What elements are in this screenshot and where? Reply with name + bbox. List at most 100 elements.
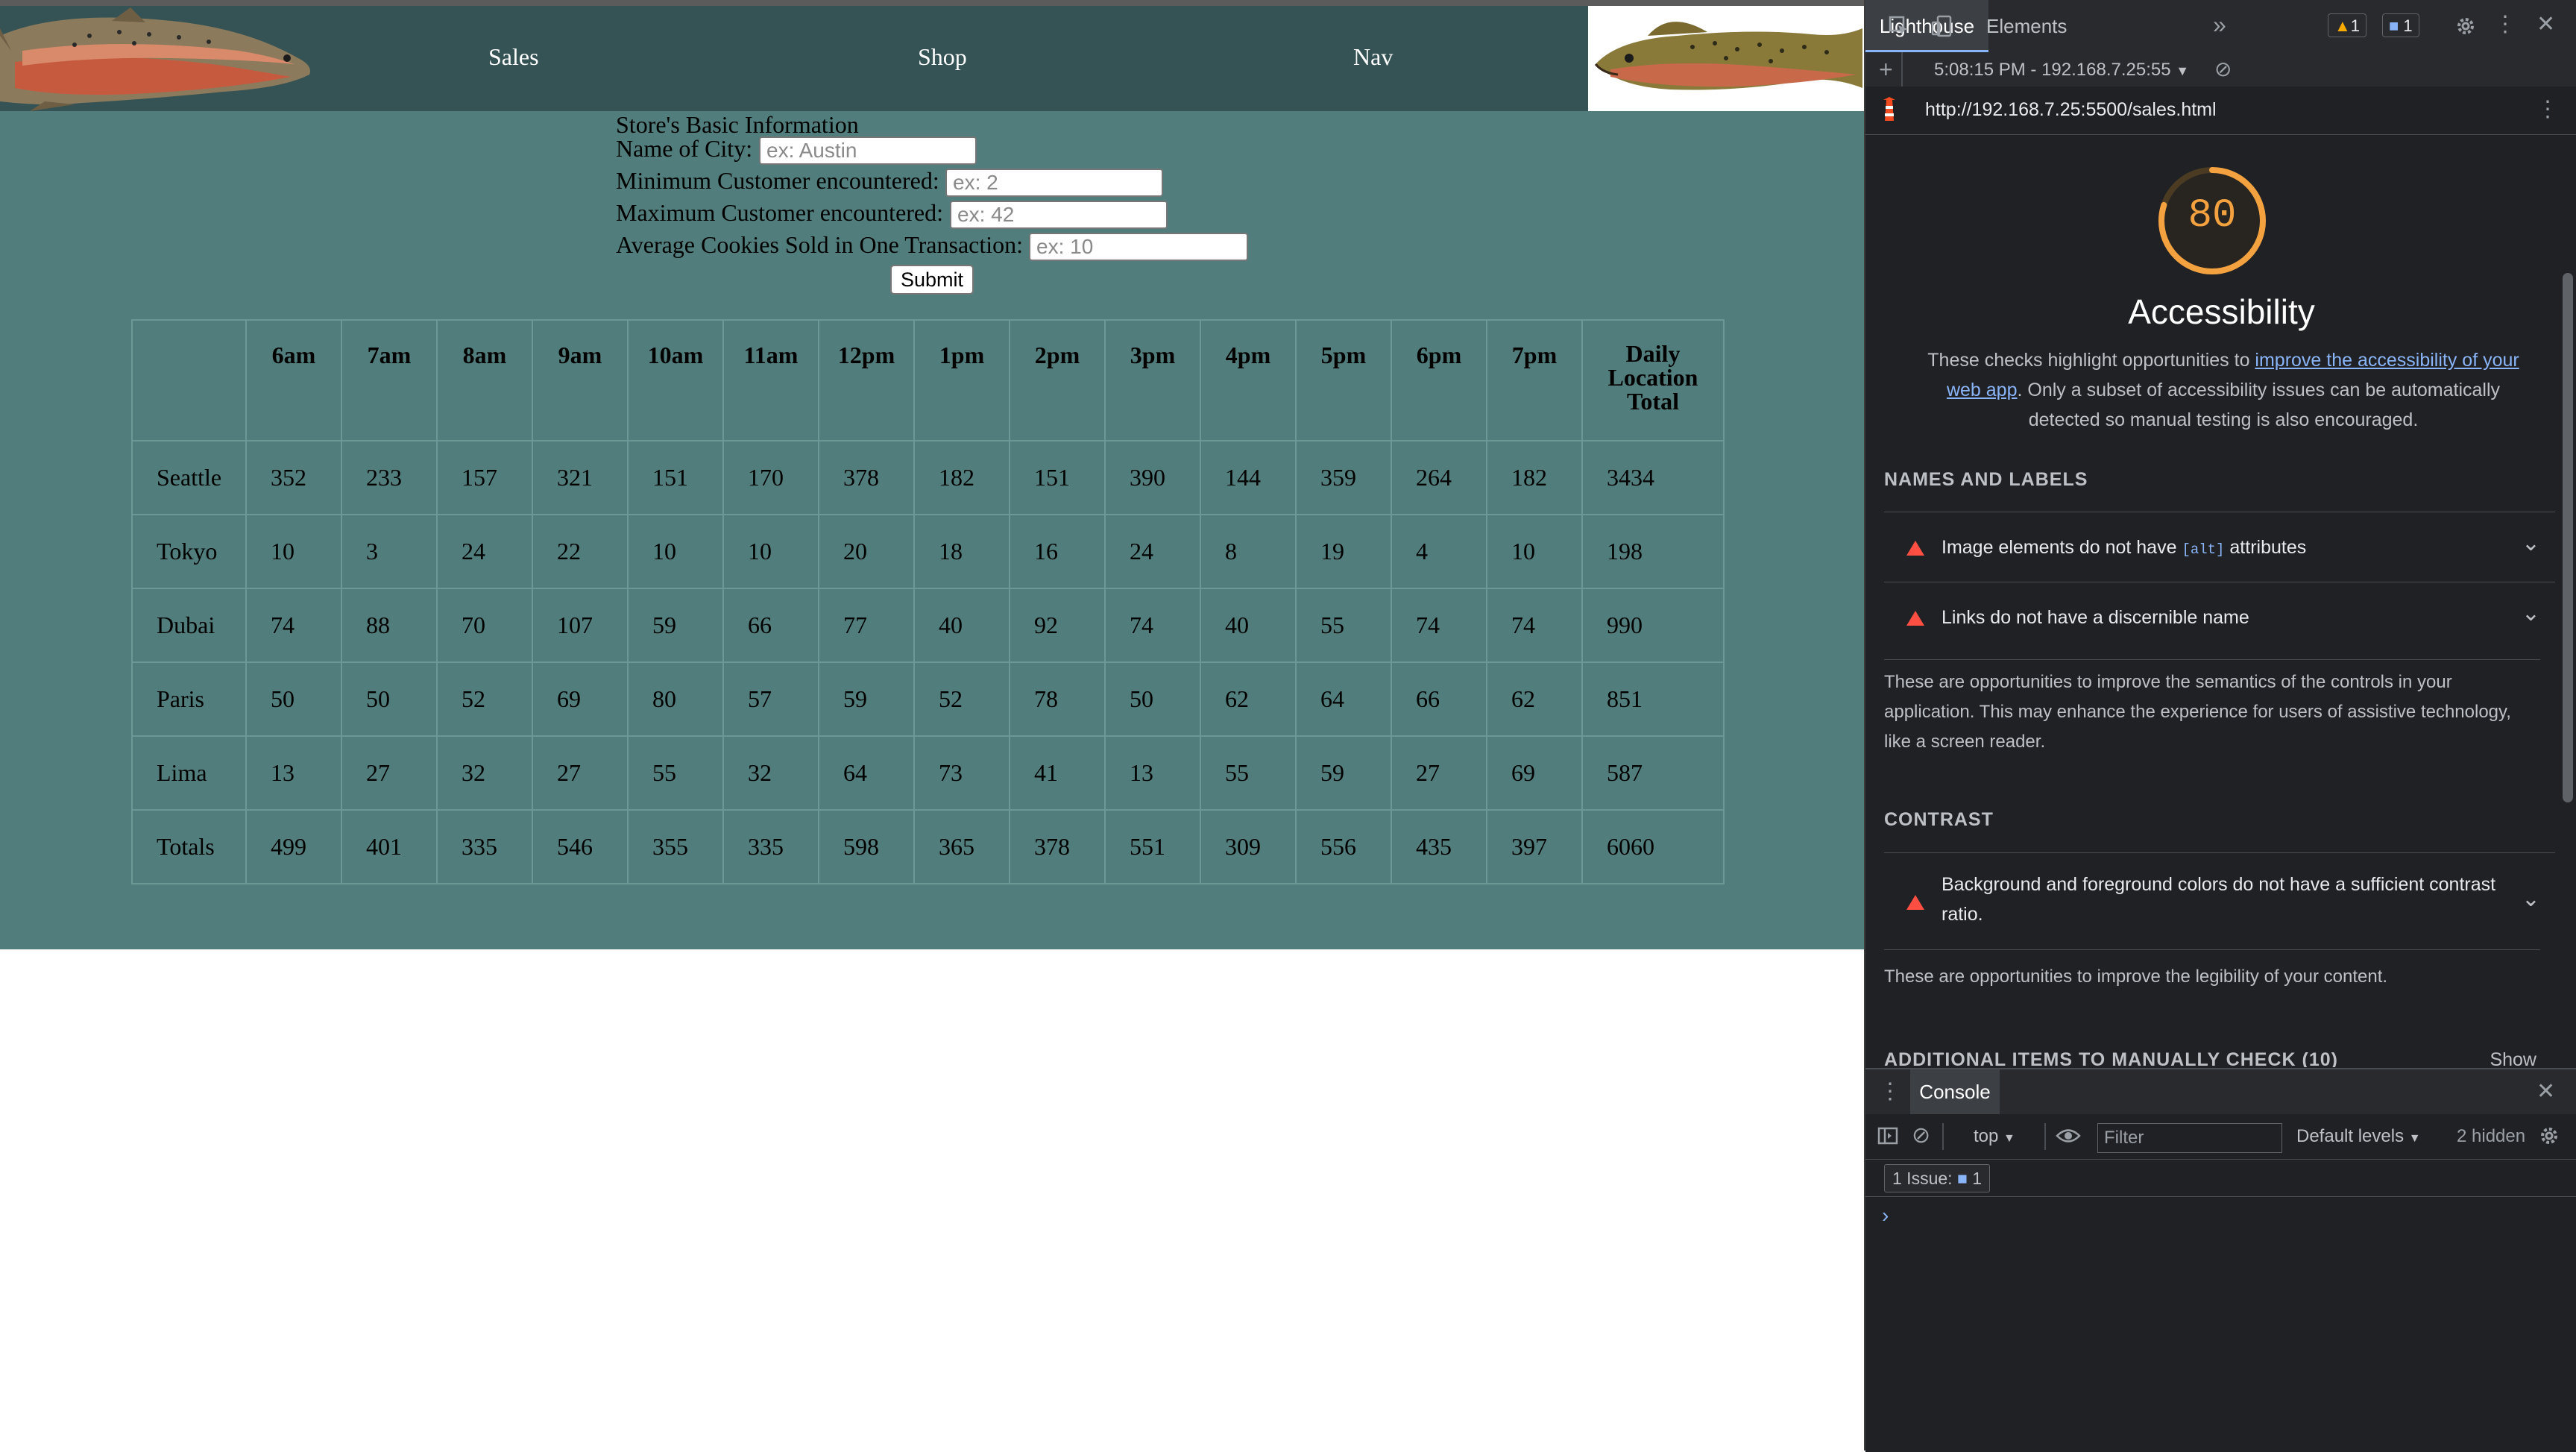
table-cell: 74 [245,588,342,663]
divider [2044,1123,2046,1150]
chevron-down-icon[interactable]: ⌄ [2522,886,2540,912]
table-cell: 40 [1200,588,1297,663]
more-tabs-icon[interactable]: » [2213,13,2226,37]
new-report-plus-icon[interactable]: + [1879,57,1893,81]
header-hour-3pm: 3pm [1104,319,1201,441]
section-contrast: CONTRAST [1884,809,1994,830]
info-count-badge[interactable]: ■ 1 [2382,13,2419,37]
table-cell: 546 [532,809,629,884]
table-cell: 264 [1391,440,1487,515]
table-cell: 41 [1009,735,1106,811]
nav-link-nav[interactable]: Nav [1353,43,1393,71]
city-label: Name of City: [616,135,753,162]
close-devtools-icon[interactable]: ✕ [2536,13,2555,36]
header-hour-9am: 9am [532,319,629,441]
fail-triangle-icon [1906,895,1924,910]
tab-elements[interactable]: Elements [1986,15,2067,38]
nav-link-sales[interactable]: Sales [488,43,539,71]
table-cell: 151 [627,440,724,515]
close-drawer-icon[interactable]: ✕ [2536,1081,2555,1103]
report-url-bar: http://192.168.7.25:5500/sales.html ⋮ [1865,87,2576,135]
tab-console[interactable]: Console [1910,1069,2000,1114]
device-toolbar-icon[interactable] [1931,15,1953,42]
log-levels-dropdown[interactable]: Default levels ▼ [2296,1126,2421,1147]
table-cell: 62 [1200,661,1297,737]
kebab-menu-icon[interactable]: ⋮ [2494,13,2516,36]
row-location-name: Tokyo [131,514,247,589]
console-toolbar: ⊘ top ▼ Default levels ▼ 2 hidden [1865,1114,2576,1160]
table-cell: 59 [1295,735,1392,811]
chevron-down-icon[interactable]: ⌄ [2522,600,2540,626]
chevron-down-icon[interactable]: ⌄ [2522,530,2540,556]
clear-reports-icon[interactable]: ⊘ [2214,58,2232,81]
table-cell: 52 [436,661,533,737]
table-cell: 59 [818,661,915,737]
audit-color-contrast-label: Background and foreground colors do not … [1942,874,2496,925]
top-border [0,0,1864,6]
divider [1901,52,1903,87]
table-cell: 74 [1104,588,1201,663]
show-manual-button[interactable]: Show [2490,1049,2536,1067]
table-cell: 24 [1104,514,1201,589]
audit-link-name-label: Links do not have a discernible name [1942,607,2249,628]
submit-button[interactable]: Submit [890,265,974,295]
table-cell: 359 [1295,440,1392,515]
warning-count-badge[interactable]: ▲1 [2328,13,2367,37]
table-cell: 335 [722,809,819,884]
live-expression-eye-icon[interactable] [2056,1125,2081,1151]
audit-color-contrast[interactable]: Background and foreground colors do not … [1884,852,2555,949]
city-input[interactable] [759,136,977,165]
table-cell: 78 [1009,661,1106,737]
sidebar-toggle-icon[interactable] [1877,1125,1899,1151]
tab-lighthouse[interactable]: Lighthouse [1865,0,1988,52]
max-customers-input[interactable] [950,201,1168,229]
table-cell: 397 [1486,809,1583,884]
settings-gear-icon[interactable] [2454,15,2477,42]
table-cell: 70 [436,588,533,663]
header-hour-7pm: 7pm [1486,319,1583,441]
audit-link-name[interactable]: Links do not have a discernible name ⌄ [1884,582,2555,653]
row-location-name: Seattle [131,440,247,515]
table-cell: 27 [1391,735,1487,811]
drawer-menu-icon[interactable]: ⋮ [1879,1081,1901,1103]
table-cell: 66 [722,588,819,663]
report-scrollbar[interactable] [2563,273,2573,802]
min-customers-input[interactable] [945,169,1163,197]
context-selector[interactable]: top ▼ [1974,1126,2015,1147]
table-cell: 27 [341,735,438,811]
table-cell: 401 [341,809,438,884]
header-hour-7am: 7am [341,319,438,441]
console-settings-gear-icon[interactable] [2538,1125,2560,1151]
table-cell: 335 [436,809,533,884]
table-cell: 182 [913,440,1010,515]
report-menu-icon[interactable]: ⋮ [2536,98,2559,121]
console-prompt[interactable]: › [1882,1204,1889,1228]
header-hour-2pm: 2pm [1009,319,1106,441]
table-cell: 309 [1200,809,1297,884]
table-cell: 13 [1104,735,1201,811]
issues-button[interactable]: 1 Issue: ■ 1 [1884,1164,1991,1192]
table-cell: 10 [1486,514,1583,589]
clear-console-icon[interactable]: ⊘ [1912,1125,1930,1147]
table-cell: 499 [245,809,342,884]
inspect-element-icon[interactable] [1888,15,1910,42]
report-selector[interactable]: 5:08:15 PM - 192.168.7.25:55 ▼ [1934,60,2189,81]
table-cell: 50 [1104,661,1201,737]
lighthouse-report-bar: + 5:08:15 PM - 192.168.7.25:55 ▼ ⊘ [1865,52,2576,87]
header-hour-12pm: 12pm [818,319,915,441]
table-cell: 22 [532,514,629,589]
table-cell: 107 [532,588,629,663]
devtools-panel: Elements Lighthouse » ▲1 ■ 1 ⋮ ✕ + 5:08:… [1864,0,2576,1452]
table-cell: 59 [627,588,724,663]
row-daily-total: 587 [1581,735,1725,811]
table-cell: 4 [1391,514,1487,589]
nav-link-shop[interactable]: Shop [918,43,967,71]
audit-image-alt[interactable]: Image elements do not have [alt] attribu… [1884,512,2555,582]
warning-icon: ▲ [2334,16,2351,35]
avg-cookies-input[interactable] [1029,233,1248,261]
header-hour-6pm: 6pm [1391,319,1487,441]
console-filter-input[interactable] [2097,1123,2282,1153]
category-title: Accessibility [2128,292,2315,331]
table-cell: 52 [913,661,1010,737]
table-cell: 80 [627,661,724,737]
